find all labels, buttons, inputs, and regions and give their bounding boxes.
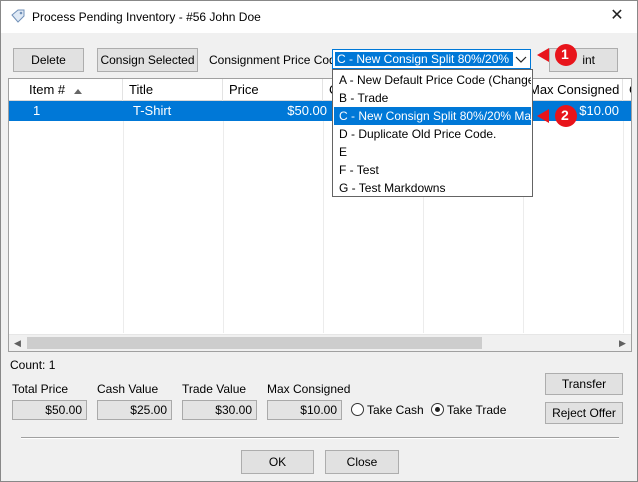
title-bar: Process Pending Inventory - #56 John Doe… bbox=[1, 1, 637, 33]
column-more[interactable]: C bbox=[623, 79, 631, 101]
take-cash-label[interactable]: Take Cash bbox=[367, 403, 424, 417]
cash-value-label: Cash Value bbox=[97, 382, 159, 396]
tag-icon bbox=[10, 9, 26, 25]
take-trade-label[interactable]: Take Trade bbox=[447, 403, 506, 417]
price-code-select[interactable]: C - New Consign Split 80%/20% Mar bbox=[332, 49, 531, 69]
close-window-icon[interactable]: ✕ bbox=[597, 1, 637, 33]
max-consigned-field: $10.00 bbox=[267, 400, 342, 420]
consign-selected-button[interactable]: Consign Selected bbox=[97, 48, 198, 72]
dialog-window: Process Pending Inventory - #56 John Doe… bbox=[0, 0, 638, 482]
column-item-number[interactable]: Item # bbox=[23, 79, 123, 101]
radio-selected-dot bbox=[435, 407, 440, 412]
dropdown-option[interactable]: F - Test bbox=[334, 161, 531, 179]
dropdown-option[interactable]: B - Trade bbox=[334, 89, 531, 107]
price-code-label: Consignment Price Code bbox=[209, 53, 343, 67]
delete-button[interactable]: Delete bbox=[13, 48, 84, 72]
column-divider bbox=[323, 121, 324, 333]
price-code-selected-value: C - New Consign Split 80%/20% Mar bbox=[335, 52, 513, 66]
reject-offer-button[interactable]: Reject Offer bbox=[545, 402, 623, 424]
column-divider bbox=[623, 121, 624, 333]
callout-marker-1: 1 bbox=[535, 43, 579, 67]
trade-value-label: Trade Value bbox=[182, 382, 247, 396]
dropdown-option-selected[interactable]: C - New Consign Split 80%/20% Mar... bbox=[334, 107, 531, 125]
scroll-right-icon[interactable]: ▶ bbox=[614, 335, 631, 351]
cell-price: $50.00 bbox=[287, 103, 327, 118]
dropdown-option[interactable]: G - Test Markdowns bbox=[334, 179, 531, 197]
price-code-dropdown-list[interactable]: A - New Default Price Code (Changed) B -… bbox=[332, 69, 533, 197]
column-title[interactable]: Title bbox=[123, 79, 223, 101]
total-price-field: $50.00 bbox=[12, 400, 87, 420]
trade-value-field: $30.00 bbox=[182, 400, 257, 420]
sort-ascending-icon bbox=[73, 88, 82, 94]
horizontal-scrollbar[interactable]: ◀ ▶ bbox=[9, 334, 631, 351]
dropdown-option[interactable]: D - Duplicate Old Price Code. bbox=[334, 125, 531, 143]
ok-button[interactable]: OK bbox=[241, 450, 314, 474]
column-divider bbox=[123, 121, 124, 333]
dropdown-option[interactable]: E bbox=[334, 143, 531, 161]
cash-value-field: $25.00 bbox=[97, 400, 172, 420]
grid-header: Item # Title Price C Max Consigned C bbox=[9, 79, 631, 101]
column-price[interactable]: Price bbox=[223, 79, 323, 101]
chevron-down-icon[interactable] bbox=[514, 51, 528, 67]
transfer-button[interactable]: Transfer bbox=[545, 373, 623, 395]
window-title: Process Pending Inventory - #56 John Doe bbox=[32, 10, 261, 24]
total-price-label: Total Price bbox=[12, 382, 69, 396]
column-max-consigned[interactable]: Max Consigned bbox=[523, 79, 623, 101]
cell-item-number: 1 bbox=[33, 103, 41, 118]
max-consigned-label: Max Consigned bbox=[267, 382, 351, 396]
dropdown-option[interactable]: A - New Default Price Code (Changed) bbox=[334, 71, 531, 89]
column-divider bbox=[223, 121, 224, 333]
take-trade-radio[interactable] bbox=[431, 403, 444, 416]
scroll-left-icon[interactable]: ◀ bbox=[9, 335, 26, 351]
footer-divider bbox=[21, 437, 619, 439]
close-button[interactable]: Close bbox=[325, 450, 399, 474]
count-label: Count: 1 bbox=[10, 358, 56, 372]
scrollbar-thumb[interactable] bbox=[27, 337, 482, 349]
row-header[interactable] bbox=[9, 101, 23, 121]
callout-marker-2: 2 bbox=[535, 104, 579, 128]
take-cash-radio[interactable] bbox=[351, 403, 364, 416]
cell-title: T-Shirt bbox=[133, 103, 172, 118]
